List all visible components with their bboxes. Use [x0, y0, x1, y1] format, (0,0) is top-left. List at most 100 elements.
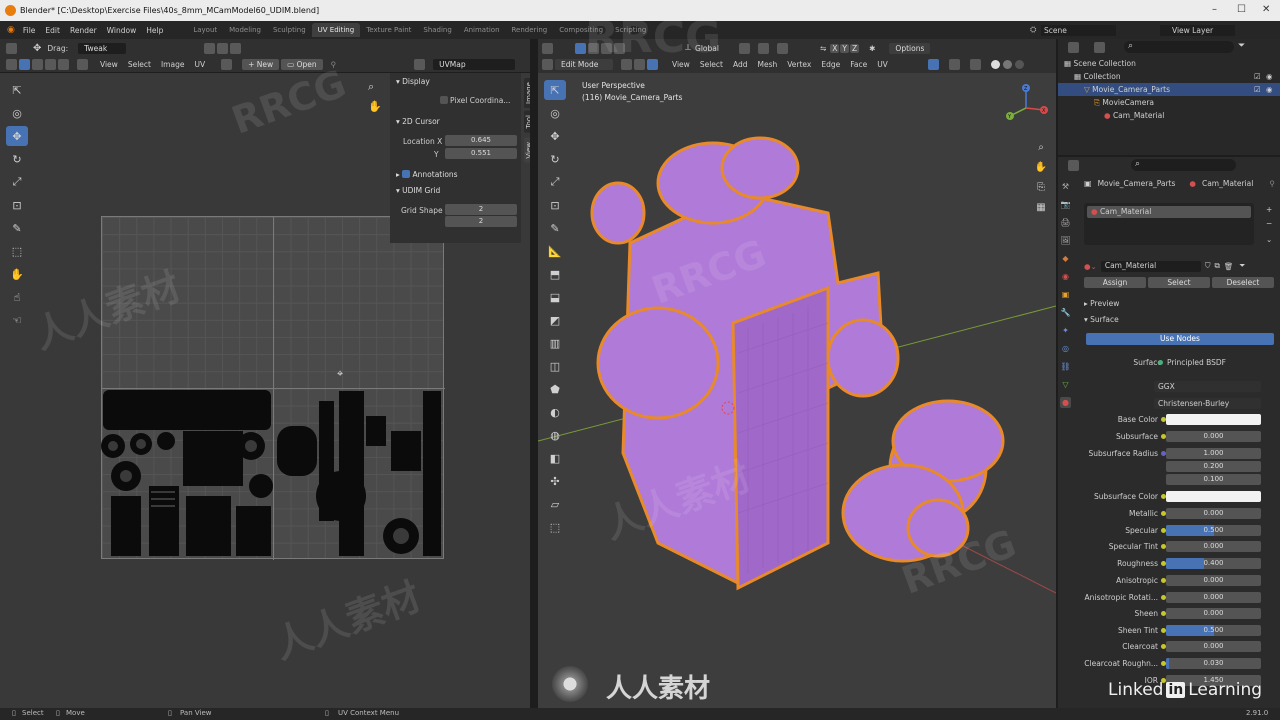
outliner-row[interactable]: ▦ Collection ☑ ◉ [1058, 70, 1280, 83]
bsdf-value-field[interactable]: 0.000 [1166, 592, 1261, 603]
shrink-tool-icon[interactable]: ✣ [544, 471, 566, 491]
pin-icon[interactable]: ⚲ [331, 60, 337, 69]
edge-select-icon[interactable] [32, 58, 43, 70]
bsdf-value-field[interactable]: 0.000 [1166, 608, 1261, 619]
island-select-icon[interactable] [58, 58, 69, 70]
bsdf-value-field[interactable] [1166, 491, 1261, 502]
location-y-field[interactable]: 0.551 [445, 148, 517, 159]
menu-file[interactable]: File [23, 26, 36, 35]
bevel-tool-icon[interactable]: ◩ [544, 310, 566, 330]
bsdf-value-field[interactable]: 1.000 [1166, 448, 1261, 459]
viewport-menu-vertex[interactable]: Vertex [787, 60, 811, 69]
loopcut-tool-icon[interactable]: ▥ [544, 333, 566, 353]
assign-button[interactable]: Assign [1084, 277, 1146, 288]
annotate-tool-icon[interactable]: ✎ [544, 218, 566, 238]
vertex-mode-icon[interactable] [621, 58, 632, 70]
cursor-tool-icon[interactable]: ◎ [6, 103, 28, 123]
tab-shading[interactable]: Shading [417, 23, 457, 37]
camera-icon[interactable]: ⎘ [1034, 178, 1048, 198]
move-tool-icon[interactable]: ✥ [6, 126, 28, 146]
transform-tool-icon[interactable]: ⊡ [544, 195, 566, 215]
slot-menu-icon[interactable]: ⌄ [1266, 235, 1272, 244]
tab-scripting[interactable]: Scripting [609, 23, 652, 37]
subsurface-method-select[interactable]: Christensen-Burley [1154, 398, 1261, 409]
bsdf-value-field[interactable]: 0.000 [1166, 431, 1261, 442]
outliner-row[interactable]: ▦ Scene Collection [1058, 57, 1280, 70]
area-divider[interactable] [530, 39, 538, 708]
editor-type-icon[interactable] [6, 42, 17, 54]
knife-tool-icon[interactable]: ◫ [544, 356, 566, 376]
menu-edit[interactable]: Edit [45, 26, 60, 35]
measure-tool-icon[interactable]: 📐 [544, 241, 566, 261]
close-icon[interactable]: ✕ [1262, 4, 1270, 15]
vertex-select-icon[interactable] [19, 58, 30, 70]
minimize-icon[interactable]: – [1212, 4, 1217, 15]
image-browse-icon[interactable] [221, 58, 233, 70]
viewport-3d[interactable] [537, 73, 1057, 708]
uv-sync-icon[interactable] [6, 58, 17, 70]
proportional-icon[interactable] [230, 42, 242, 54]
uv-menu-view[interactable]: View [100, 60, 118, 69]
menu-help[interactable]: Help [146, 26, 163, 35]
unlink-icon[interactable]: 🗑 [1224, 262, 1234, 271]
edge-mode-icon[interactable] [634, 58, 645, 70]
properties-type-icon[interactable] [1068, 160, 1079, 171]
polybuild-tool-icon[interactable]: ⬟ [544, 379, 566, 399]
maximize-icon[interactable]: ☐ [1237, 4, 1246, 15]
preview-panel[interactable]: ▸ Preview [1084, 299, 1119, 308]
particles-tab-icon[interactable]: ✦ [1060, 325, 1071, 336]
mode-select[interactable]: Edit Mode [555, 58, 613, 70]
menu-render[interactable]: Render [70, 26, 97, 35]
uv-menu-select[interactable]: Select [128, 60, 151, 69]
pinch-tool-icon[interactable]: ☜ [6, 310, 28, 330]
material-shading-icon[interactable] [1002, 59, 1012, 69]
rotate-tool-icon[interactable]: ↻ [544, 149, 566, 169]
inset-tool-icon[interactable]: ⬓ [544, 287, 566, 307]
bsdf-value-field[interactable]: 0.500 [1166, 625, 1261, 636]
grid-shape-y-field[interactable]: 2 [445, 216, 517, 227]
blender-menu-icon[interactable]: ◉ [7, 25, 15, 35]
pivot-icon[interactable] [204, 42, 216, 54]
rip-tool-icon[interactable]: ⬚ [6, 241, 28, 261]
shear-tool-icon[interactable]: ▱ [544, 494, 566, 514]
grid-ortho-icon[interactable]: ▦ [1034, 198, 1048, 218]
new-image-button[interactable]: + New [242, 58, 280, 70]
surface-shader-select[interactable]: Principled BSDF [1167, 358, 1226, 367]
annotations-panel[interactable]: ▸ Annotations [396, 170, 458, 179]
editor-type-icon[interactable] [542, 42, 553, 54]
menu-window[interactable]: Window [107, 26, 137, 35]
hand-pan-icon[interactable]: ✋ [1034, 158, 1048, 178]
add-slot-icon[interactable]: + [1266, 205, 1272, 214]
pin-icon[interactable]: ⚲ [1269, 179, 1275, 188]
bsdf-value-field[interactable]: 0.200 [1166, 461, 1261, 472]
duplicate-icon[interactable]: ⧉ [1214, 261, 1219, 271]
material-name-field[interactable]: Cam_Material [1100, 260, 1201, 272]
pivot-icon[interactable] [738, 42, 750, 54]
viewport-menu-add[interactable]: Add [733, 60, 748, 69]
spin-tool-icon[interactable]: ◐ [544, 402, 566, 422]
scene-selector[interactable]: Scene [1041, 25, 1116, 36]
pixel-coords-checkbox[interactable] [440, 96, 448, 104]
bsdf-value-field[interactable]: 0.030 [1166, 658, 1261, 669]
tab-texture-paint[interactable]: Texture Paint [360, 23, 417, 37]
exclude-checkbox[interactable]: ☑ [1254, 83, 1261, 96]
exclude-checkbox[interactable]: ☑ [1254, 70, 1261, 83]
outliner-type-icon[interactable] [1068, 42, 1079, 53]
scale-tool-icon[interactable]: ⤢ [6, 172, 28, 192]
outliner-row[interactable]: ▽ Movie_Camera_Parts ☑ ◉ [1058, 83, 1280, 96]
filter-icon[interactable]: ⏷ [1238, 41, 1245, 51]
uv-menu-image[interactable]: Image [161, 60, 185, 69]
outliner-row[interactable]: ● Cam_Material [1058, 109, 1280, 122]
viewport-menu-view[interactable]: View [672, 60, 690, 69]
render-tab-icon[interactable]: 📷 [1060, 199, 1071, 210]
eye-icon[interactable]: ◉ [1266, 70, 1273, 83]
bsdf-value-field[interactable]: 0.400 [1166, 558, 1261, 569]
physics-tab-icon[interactable]: ◎ [1060, 343, 1071, 354]
bsdf-value-field[interactable]: 0.000 [1166, 575, 1261, 586]
edge-slide-tool-icon[interactable]: ◧ [544, 448, 566, 468]
overlay-icon[interactable] [948, 58, 960, 70]
fake-user-icon[interactable]: ⛉ [1205, 261, 1211, 271]
output-tab-icon[interactable]: 🖨 [1060, 217, 1071, 228]
snap-icon[interactable] [757, 42, 769, 54]
proportional-icon[interactable] [776, 42, 788, 54]
